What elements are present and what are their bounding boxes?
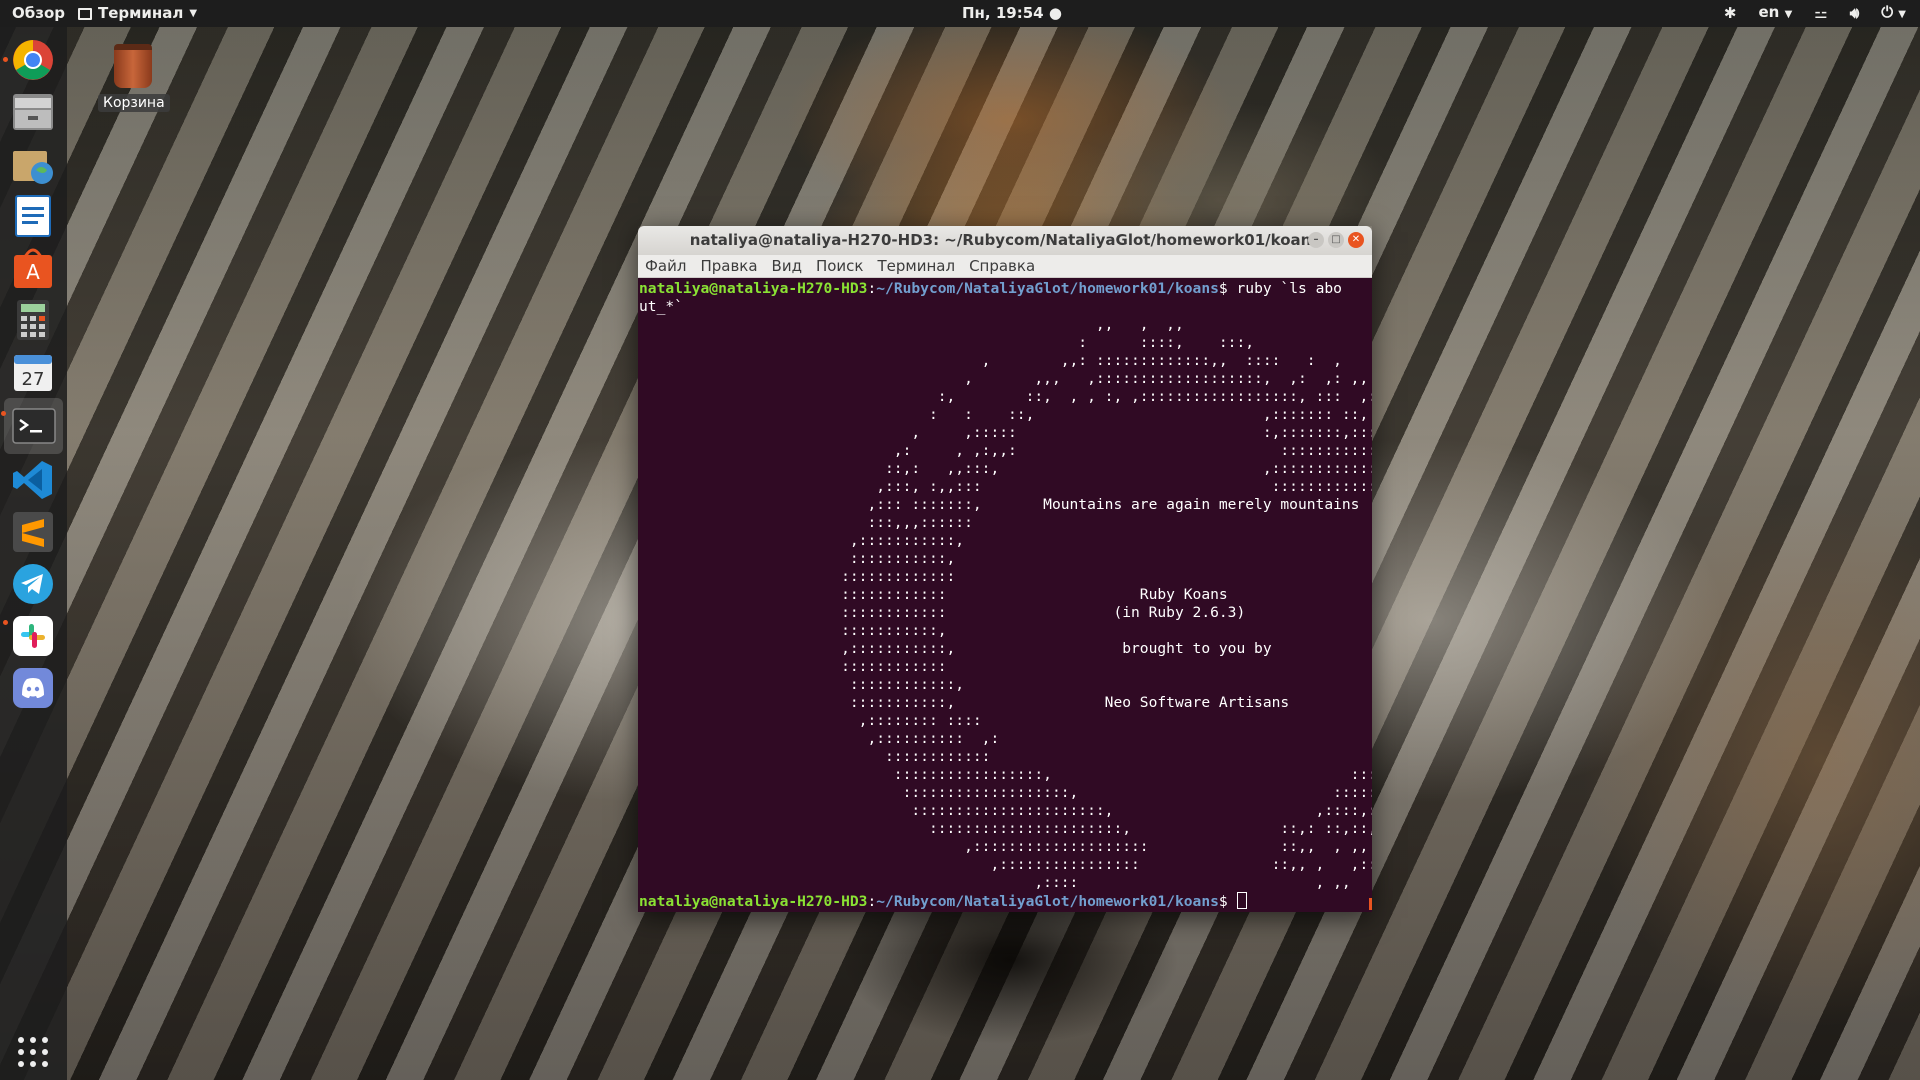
close-icon[interactable]: ✕ [1348,232,1364,248]
running-indicator [3,620,8,625]
maximize-icon[interactable]: □ [1328,232,1344,248]
volume-icon[interactable]: 🔊︎ [1850,0,1859,27]
terminal-icon[interactable] [4,398,63,454]
koans-ascii-output: ,, , ,, : ::::, :::, , ,,: :::::::::::::… [841,316,1372,891]
minimize-icon[interactable]: – [1308,232,1324,248]
app-grid-icon[interactable] [11,1030,55,1074]
menu-view[interactable]: Вид [772,255,802,277]
telegram-icon[interactable] [11,562,55,606]
top-bar: Обзор Терминал ▼ Пн, 19:54 ● ✱ en ▼ ⚍ 🔊︎… [0,0,1920,27]
dock: A 27 [0,27,67,1080]
software-center-icon[interactable]: A [11,246,55,290]
prompt-path: ~/Rubycom/NataliyaGlot/homework01/koans [876,893,1219,910]
running-indicator [3,57,8,62]
activities-button[interactable]: Обзор [12,0,65,27]
clock[interactable]: Пн, 19:54 ● [962,0,1062,27]
files-icon[interactable] [11,90,55,134]
menu-terminal[interactable]: Терминал [877,255,955,277]
language-label: en [1758,3,1780,21]
menu-file[interactable]: Файл [645,255,686,277]
menu-search[interactable]: Поиск [816,255,864,277]
network-icon[interactable]: ⚍ [1814,0,1827,27]
slack-icon[interactable] [11,614,55,658]
sublime-text-icon[interactable] [11,510,55,554]
clock-label: Пн, 19:54 [962,4,1044,22]
chrome-icon[interactable] [11,38,55,82]
window-controls: – □ ✕ [1308,232,1364,248]
desktop-trash[interactable]: Корзина [98,44,170,112]
writer-icon[interactable] [11,194,55,238]
chevron-down-icon: ▼ [1784,9,1793,20]
app-menu[interactable]: Терминал ▼ [78,0,197,27]
app-menu-label: Терминал [98,4,184,22]
svg-text:A: A [26,260,40,284]
system-tray: ✱ en ▼ ⚍ 🔊︎ ⏻ ▼ [1724,0,1906,27]
menu-help[interactable]: Справка [969,255,1035,277]
window-titlebar[interactable]: nataliya@nataliya-H270-HD3: ~/Rubycom/Na… [638,226,1372,255]
language-indicator[interactable]: en ▼ [1759,0,1793,28]
power-icon[interactable]: ⏻ ▼ [1881,0,1906,28]
discord-icon[interactable] [11,666,55,710]
terminal-app-icon [78,7,92,20]
calendar-icon[interactable]: 27 [11,350,55,394]
prompt-path: ~/Rubycom/NataliyaGlot/homework01/koans [876,280,1219,297]
prompt-user: nataliya@nataliya-H270-HD3 [639,893,868,910]
calendar-day: 27 [22,369,45,390]
running-indicator [1,411,6,416]
terminal-menubar: Файл Правка Вид Поиск Терминал Справка [638,255,1372,278]
notification-dot-icon: ● [1048,4,1062,22]
terminal-content[interactable]: nataliya@nataliya-H270-HD3:~/Rubycom/Nat… [638,278,1372,912]
menu-edit[interactable]: Правка [700,255,757,277]
trash-label: Корзина [98,94,170,112]
scroll-indicator [1369,898,1372,910]
web-browser-icon[interactable] [11,142,55,186]
chevron-down-icon: ▼ [189,8,198,19]
vscode-icon[interactable] [11,458,55,502]
trash-icon [114,44,152,88]
chevron-down-icon: ▼ [1898,9,1906,20]
window-title: nataliya@nataliya-H270-HD3: ~/Rubycom/Na… [689,231,1321,249]
prompt-user: nataliya@nataliya-H270-HD3 [639,280,868,297]
text-cursor [1236,892,1247,909]
slack-tray-icon[interactable]: ✱ [1724,0,1737,27]
terminal-window[interactable]: nataliya@nataliya-H270-HD3: ~/Rubycom/Na… [638,226,1372,912]
calculator-icon[interactable] [11,298,55,342]
